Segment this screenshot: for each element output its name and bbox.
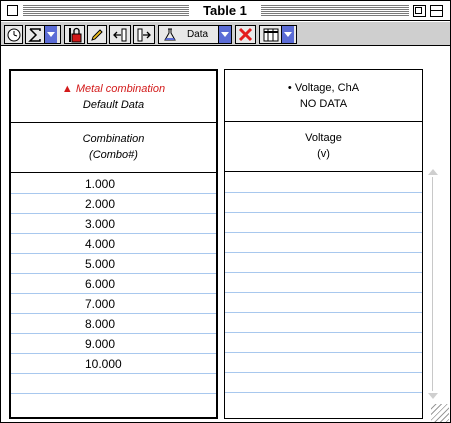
insert-right-icon (137, 28, 151, 41)
statistics-menu-button[interactable] (25, 25, 61, 44)
table-cell[interactable]: 4.000 (11, 234, 216, 254)
table-grid-icon (263, 28, 279, 41)
window-title: Table 1 (191, 3, 259, 19)
collapse-box[interactable] (430, 5, 443, 17)
delete-x-icon (238, 27, 253, 42)
table-cell[interactable] (225, 193, 422, 213)
column-cells (225, 173, 422, 393)
column-source: NO DATA (299, 98, 348, 110)
column-header-source[interactable]: • Voltage, ChA NO DATA (225, 70, 422, 122)
insert-left-icon (113, 28, 127, 41)
data-table: ▲ Metal combination Default Data Combina… (9, 69, 449, 421)
lock-button[interactable] (64, 25, 85, 44)
lock-icon (68, 27, 81, 42)
delete-button[interactable] (235, 25, 256, 44)
column-title: • Voltage, ChA (287, 82, 360, 94)
column-header-source[interactable]: ▲ Metal combination Default Data (11, 71, 216, 123)
close-box[interactable] (7, 5, 18, 16)
column-header-name[interactable]: Combination (Combo#) (11, 123, 216, 173)
table-cell[interactable]: 9.000 (11, 334, 216, 354)
sigma-icon (28, 27, 41, 42)
table-cell[interactable]: 6.000 (11, 274, 216, 294)
column-cells: 1.000 2.000 3.000 4.000 5.000 6.000 7.00… (11, 174, 216, 394)
clock-button[interactable] (4, 25, 23, 44)
table-cell[interactable] (11, 374, 216, 394)
zoom-box[interactable] (413, 5, 426, 17)
pencil-icon (91, 28, 103, 41)
table-cell[interactable] (225, 333, 422, 353)
scroll-down-arrow-icon[interactable] (428, 393, 438, 399)
column-source: Default Data (82, 99, 145, 111)
table-cell[interactable]: 5.000 (11, 254, 216, 274)
table-cell[interactable] (225, 313, 422, 333)
table-cell[interactable] (225, 373, 422, 393)
table-cell[interactable]: 10.000 (11, 354, 216, 374)
lab-flask-icon (164, 28, 176, 40)
chevron-down-icon (281, 26, 294, 43)
title-bar-stripes-right (261, 5, 409, 16)
table-cell[interactable] (225, 253, 422, 273)
column-voltage[interactable]: • Voltage, ChA NO DATA Voltage (v) (224, 69, 423, 419)
table-options-button[interactable] (259, 25, 297, 44)
table-cell[interactable] (225, 353, 422, 373)
column-header-name[interactable]: Voltage (v) (225, 122, 422, 172)
table-cell[interactable]: 1.000 (11, 174, 216, 194)
table-window: Table 1 Data ▲ Metal combination Default… (0, 0, 451, 423)
bullet-icon: • (287, 82, 292, 94)
table-cell[interactable] (225, 213, 422, 233)
edit-button[interactable] (87, 25, 107, 44)
table-cell[interactable]: 7.000 (11, 294, 216, 314)
vertical-scrollbar[interactable] (426, 169, 440, 401)
title-bar-stripes-left (23, 5, 189, 16)
table-cell[interactable]: 2.000 (11, 194, 216, 214)
table-cell[interactable]: 3.000 (11, 214, 216, 234)
column-title: ▲ Metal combination (61, 83, 166, 95)
column-units: (Combo#) (89, 149, 138, 161)
column-name: Voltage (305, 132, 342, 144)
chevron-down-icon (44, 26, 57, 43)
toolbar: Data (1, 22, 450, 46)
insert-column-right-button[interactable] (133, 25, 155, 44)
resize-grip-icon[interactable] (431, 404, 449, 422)
insert-column-left-button[interactable] (109, 25, 131, 44)
table-cell[interactable]: 8.000 (11, 314, 216, 334)
clock-icon (7, 28, 20, 41)
table-cell[interactable] (225, 293, 422, 313)
title-bar[interactable]: Table 1 (1, 1, 450, 21)
column-units: (v) (317, 148, 330, 160)
chevron-down-icon (218, 26, 231, 43)
data-menu-button[interactable]: Data (158, 25, 232, 44)
column-name: Combination (82, 133, 145, 145)
triangle-icon: ▲ (61, 83, 73, 95)
column-combination[interactable]: ▲ Metal combination Default Data Combina… (9, 69, 218, 419)
data-menu-label: Data (186, 29, 209, 40)
scroll-track[interactable] (432, 177, 433, 391)
table-cell[interactable] (225, 273, 422, 293)
scroll-up-arrow-icon[interactable] (428, 169, 438, 175)
table-cell[interactable] (225, 173, 422, 193)
table-cell[interactable] (225, 233, 422, 253)
